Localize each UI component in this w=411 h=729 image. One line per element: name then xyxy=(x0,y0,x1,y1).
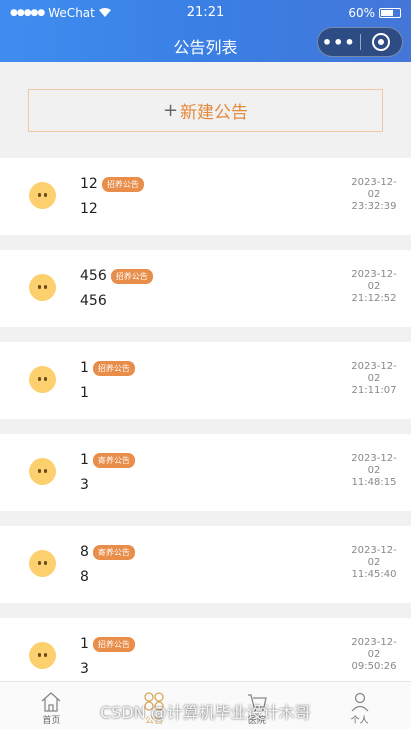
announcement-item[interactable]: 12 招养公告 12 2023-12- 02 23:32:39 xyxy=(0,158,411,235)
date-day: 02 xyxy=(367,557,381,568)
announcement-title-row: 8 寄养公告 xyxy=(80,544,135,560)
date-day: 02 xyxy=(367,189,381,200)
avatar-icon xyxy=(29,550,56,577)
date-day: 02 xyxy=(367,281,381,292)
announcement-title: 1 xyxy=(80,452,89,468)
announcement-item[interactable]: 456 招养公告 456 2023-12- 02 21:12:52 xyxy=(0,250,411,327)
date-time: 23:32:39 xyxy=(351,201,397,212)
user-icon xyxy=(351,692,369,712)
avatar-icon xyxy=(29,458,56,485)
announcement-tag: 招养公告 xyxy=(92,636,135,652)
date-day: 02 xyxy=(367,465,381,476)
tab-home[interactable]: 首页 xyxy=(0,682,103,729)
announcement-date: 2023-12- 02 23:32:39 xyxy=(349,177,399,213)
announcement-content: 456 xyxy=(80,293,107,309)
date-line: 2023-12- xyxy=(351,453,397,464)
announcement-title-row: 12 招养公告 xyxy=(80,176,144,192)
avatar-icon xyxy=(29,274,56,301)
status-bar: ●●●●● WeChat 21:21 60% xyxy=(0,0,411,26)
battery-icon xyxy=(379,8,401,18)
announcement-date: 2023-12- 02 21:11:07 xyxy=(349,361,399,397)
announcement-date: 2023-12- 02 11:45:40 xyxy=(349,545,399,581)
date-time: 11:45:40 xyxy=(351,569,397,580)
date-line: 2023-12- xyxy=(351,177,397,188)
announcement-tag: 寄养公告 xyxy=(92,452,135,468)
home-icon xyxy=(41,692,61,712)
date-day: 02 xyxy=(367,373,381,384)
date-time: 21:12:52 xyxy=(351,293,397,304)
announcement-title: 12 xyxy=(80,176,98,192)
announcement-item[interactable]: 8 寄养公告 8 2023-12- 02 11:45:40 xyxy=(0,526,411,603)
date-time: 11:48:15 xyxy=(351,477,397,488)
more-button[interactable]: ••• xyxy=(318,33,360,52)
announcement-date: 2023-12- 02 11:48:15 xyxy=(349,453,399,489)
nav-bar: ●●●●● WeChat 21:21 60% 公告列表 ••• xyxy=(0,0,411,62)
announcement-title-row: 1 招养公告 xyxy=(80,360,135,376)
tab-user[interactable]: 个人 xyxy=(308,682,411,729)
date-line: 2023-12- xyxy=(351,545,397,556)
announcement-title-row: 456 招养公告 xyxy=(80,268,153,284)
close-icon xyxy=(372,33,391,51)
date-line: 2023-12- xyxy=(351,637,397,648)
announcement-item[interactable]: 1 招养公告 1 2023-12- 02 21:11:07 xyxy=(0,342,411,419)
announcement-tag: 招养公告 xyxy=(92,360,135,376)
create-announcement-label: 新建公告 xyxy=(180,103,249,123)
date-time: 21:11:07 xyxy=(351,385,397,396)
tab-home-label: 首页 xyxy=(42,716,61,726)
create-announcement-button[interactable]: + 新建公告 xyxy=(28,89,383,132)
announcement-tag: 招养公告 xyxy=(101,176,144,192)
announcement-tag: 寄养公告 xyxy=(92,544,135,560)
watermark: CSDN @计算机毕业设计木哥 xyxy=(100,703,311,722)
avatar-icon xyxy=(29,182,56,209)
date-day: 02 xyxy=(367,649,381,660)
announcement-tag: 招养公告 xyxy=(110,268,153,284)
announcement-title: 1 xyxy=(80,636,89,652)
announcement-content: 8 xyxy=(80,569,89,585)
announcement-title-row: 1 寄养公告 xyxy=(80,452,135,468)
announcement-title: 8 xyxy=(80,544,89,560)
avatar-icon xyxy=(29,366,56,393)
plus-icon: + xyxy=(162,100,179,121)
close-button[interactable] xyxy=(360,33,402,51)
announcement-date: 2023-12- 02 09:50:26 xyxy=(349,637,399,673)
avatar-icon xyxy=(29,642,56,669)
announcement-title-row: 1 招养公告 xyxy=(80,636,135,652)
announcement-content: 1 xyxy=(80,385,89,401)
status-time: 21:21 xyxy=(186,5,225,20)
announcement-title: 1 xyxy=(80,360,89,376)
announcement-content: 3 xyxy=(80,477,89,493)
announcement-date: 2023-12- 02 21:12:52 xyxy=(349,269,399,305)
tab-user-label: 个人 xyxy=(350,716,369,726)
date-time: 09:50:26 xyxy=(351,661,397,672)
announcement-content: 12 xyxy=(80,201,98,217)
announcement-title: 456 xyxy=(80,268,107,284)
date-line: 2023-12- xyxy=(351,269,397,280)
announcement-content: 3 xyxy=(80,661,89,677)
miniprogram-capsule: ••• xyxy=(317,27,403,57)
announcement-item[interactable]: 1 寄养公告 3 2023-12- 02 11:48:15 xyxy=(0,434,411,511)
date-line: 2023-12- xyxy=(351,361,397,372)
